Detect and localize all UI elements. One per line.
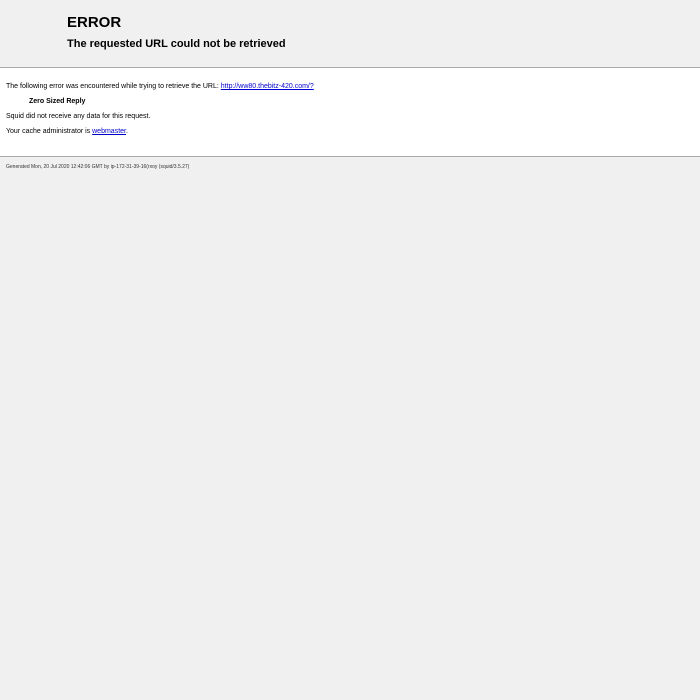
intro-paragraph: The following error was encountered whil… [6, 82, 700, 92]
admin-paragraph: Your cache administrator is webmaster. [6, 127, 700, 137]
footer: Generated Mon, 20 Jul 2020 12:42:06 GMT … [0, 157, 700, 171]
admin-suffix: . [125, 128, 128, 135]
error-content: The following error was encountered whil… [0, 68, 700, 157]
titles-header: ERROR The requested URL could not be ret… [0, 0, 700, 68]
error-description: Squid did not receive any data for this … [6, 113, 151, 120]
intro-text: The following error was encountered whil… [6, 83, 221, 90]
requested-url-link[interactable]: http://ww80.thebitz-420.com/? [221, 83, 314, 90]
error-title: Zero Sized Reply [29, 98, 86, 105]
generated-text: Generated Mon, 20 Jul 2020 12:42:06 GMT … [6, 164, 190, 170]
webmaster-link[interactable]: webmaster [92, 128, 126, 135]
admin-prefix: Your cache administrator is [6, 128, 93, 135]
error-heading: ERROR [67, 14, 122, 31]
error-subheading: The requested URL could not be retrieved [67, 38, 286, 50]
